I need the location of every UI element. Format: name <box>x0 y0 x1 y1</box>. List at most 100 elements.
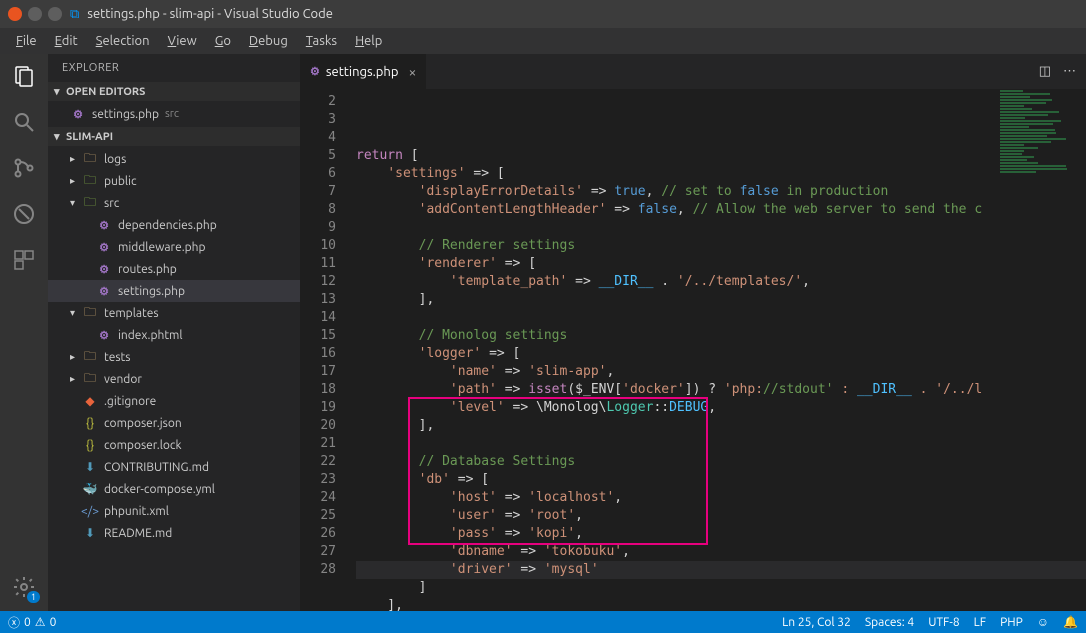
menu-selection[interactable]: Selection <box>88 32 158 50</box>
file-composer-json[interactable]: {}composer.json <box>48 412 300 434</box>
extensions-icon[interactable] <box>10 246 38 274</box>
tab-settings-php[interactable]: ⚙ settings.php × <box>300 54 427 89</box>
code-line[interactable]: 'host' => 'localhost', <box>356 489 1086 507</box>
code-line[interactable]: 'db' => [ <box>356 471 1086 489</box>
open-editor-item[interactable]: ⚙ settings.php src <box>48 103 300 125</box>
line-number-gutter: 2345678910111213141516171819202122232425… <box>300 89 348 611</box>
code-line[interactable]: 'renderer' => [ <box>356 255 1086 273</box>
status-spaces[interactable]: Spaces: 4 <box>865 616 914 629</box>
folder-vendor[interactable]: ▸🗀vendor <box>48 368 300 390</box>
open-editors-header[interactable]: ▾ OPEN EDITORS <box>48 82 300 101</box>
line-number: 25 <box>300 507 336 525</box>
file-routes-php[interactable]: ⚙routes.php <box>48 258 300 280</box>
code-line[interactable]: ], <box>356 417 1086 435</box>
line-number: 28 <box>300 561 336 579</box>
twisty-icon: ▸ <box>70 373 82 385</box>
code-line[interactable]: 'dbname' => 'tokobuku', <box>356 543 1086 561</box>
code-line[interactable]: 'displayErrorDetails' => true, // set to… <box>356 183 1086 201</box>
code-line[interactable]: 'pass' => 'kopi', <box>356 525 1086 543</box>
folder-templates[interactable]: ▾🗀templates <box>48 302 300 324</box>
settings-gear-icon[interactable]: 1 <box>10 573 38 601</box>
menu-debug[interactable]: Debug <box>241 32 296 50</box>
file--gitignore[interactable]: ◆.gitignore <box>48 390 300 412</box>
code-line[interactable]: 'user' => 'root', <box>356 507 1086 525</box>
code-line[interactable]: 'name' => 'slim-app', <box>356 363 1086 381</box>
folder-logs[interactable]: ▸🗀logs <box>48 148 300 170</box>
menu-tasks[interactable]: Tasks <box>298 32 345 50</box>
line-number: 10 <box>300 237 336 255</box>
window-maximize-button[interactable] <box>48 7 62 21</box>
status-cursor-pos[interactable]: Ln 25, Col 32 <box>782 616 851 629</box>
window-controls <box>8 7 62 21</box>
line-number: 20 <box>300 417 336 435</box>
code-line[interactable]: 'template_path' => __DIR__ . '/../templa… <box>356 273 1086 291</box>
code-line[interactable] <box>356 435 1086 453</box>
tree-item-label: docker-compose.yml <box>104 483 215 496</box>
status-feedback-icon[interactable]: ☺ <box>1037 615 1049 629</box>
menu-file[interactable]: File <box>8 32 45 50</box>
menu-help[interactable]: Help <box>347 32 390 50</box>
menu-go[interactable]: Go <box>207 32 239 50</box>
file-settings-php[interactable]: ⚙settings.php <box>48 280 300 302</box>
code-line[interactable]: // Renderer settings <box>356 237 1086 255</box>
debug-icon[interactable] <box>10 200 38 228</box>
menu-edit[interactable]: Edit <box>47 32 86 50</box>
source-control-icon[interactable] <box>10 154 38 182</box>
status-language[interactable]: PHP <box>1000 616 1023 629</box>
line-number: 17 <box>300 363 336 381</box>
status-bell-icon[interactable]: 🔔 <box>1063 615 1078 629</box>
file-icon: ⚙ <box>96 283 112 299</box>
project-header[interactable]: ▾ SLIM-API <box>48 127 300 146</box>
code-line[interactable]: 'logger' => [ <box>356 345 1086 363</box>
close-icon[interactable]: × <box>408 64 416 80</box>
code-line[interactable]: 'path' => isset($_ENV['docker']) ? 'php:… <box>356 381 1086 399</box>
file-dependencies-php[interactable]: ⚙dependencies.php <box>48 214 300 236</box>
twisty-icon: ▸ <box>70 351 82 363</box>
folder-public[interactable]: ▸🗀public <box>48 170 300 192</box>
file-CONTRIBUTING-md[interactable]: ⬇CONTRIBUTING.md <box>48 456 300 478</box>
line-number: 11 <box>300 255 336 273</box>
more-actions-icon[interactable]: ⋯ <box>1063 64 1076 79</box>
file-composer-lock[interactable]: {}composer.lock <box>48 434 300 456</box>
file-README-md[interactable]: ⬇README.md <box>48 522 300 544</box>
status-errors[interactable]: ⓧ0 ⚠0 <box>8 614 56 631</box>
code-content[interactable]: return [ 'settings' => [ 'displayErrorDe… <box>348 89 1086 611</box>
menu-view[interactable]: View <box>160 32 205 50</box>
code-line[interactable]: 'settings' => [ <box>356 165 1086 183</box>
code-line[interactable]: 'driver' => 'mysql' <box>356 561 1086 579</box>
file-tree: ▸🗀logs▸🗀public▾🗀src⚙dependencies.php⚙mid… <box>48 146 300 546</box>
editor-body[interactable]: 2345678910111213141516171819202122232425… <box>300 89 1086 611</box>
code-line[interactable]: // Database Settings <box>356 453 1086 471</box>
code-line[interactable] <box>356 219 1086 237</box>
code-line[interactable]: ], <box>356 597 1086 611</box>
window-minimize-button[interactable] <box>28 7 42 21</box>
vscode-icon: ⧉ <box>70 7 79 22</box>
status-encoding[interactable]: UTF-8 <box>928 616 959 629</box>
code-line[interactable]: ] <box>356 579 1086 597</box>
file-icon: 🐳 <box>82 481 98 497</box>
code-line[interactable]: // Monolog settings <box>356 327 1086 345</box>
folder-tests[interactable]: ▸🗀tests <box>48 346 300 368</box>
explorer-icon[interactable] <box>10 62 38 90</box>
line-number: 8 <box>300 201 336 219</box>
chevron-down-icon: ▾ <box>54 85 66 98</box>
split-editor-icon[interactable]: ◫ <box>1039 64 1051 79</box>
file-docker-compose-yml[interactable]: 🐳 docker-compose.yml <box>48 478 300 500</box>
window-close-button[interactable] <box>8 7 22 21</box>
sidebar-explorer: EXPLORER ▾ OPEN EDITORS ⚙ settings.php s… <box>48 54 300 611</box>
code-line[interactable]: ], <box>356 291 1086 309</box>
file-middleware-php[interactable]: ⚙middleware.php <box>48 236 300 258</box>
search-icon[interactable] <box>10 108 38 136</box>
folder-icon: 🗀 <box>82 173 98 189</box>
status-eol[interactable]: LF <box>974 616 986 629</box>
minimap[interactable] <box>996 89 1086 269</box>
folder-src[interactable]: ▾🗀src <box>48 192 300 214</box>
code-line[interactable] <box>356 309 1086 327</box>
file-index-phtml[interactable]: ⚙index.phtml <box>48 324 300 346</box>
code-line[interactable]: 'addContentLengthHeader' => false, // Al… <box>356 201 1086 219</box>
code-line[interactable]: return [ <box>356 147 1086 165</box>
code-line[interactable]: 'level' => \Monolog\Logger::DEBUG, <box>356 399 1086 417</box>
line-number: 5 <box>300 147 336 165</box>
file-phpunit-xml[interactable]: </>phpunit.xml <box>48 500 300 522</box>
status-bar: ⓧ0 ⚠0 Ln 25, Col 32 Spaces: 4 UTF-8 LF P… <box>0 611 1086 633</box>
